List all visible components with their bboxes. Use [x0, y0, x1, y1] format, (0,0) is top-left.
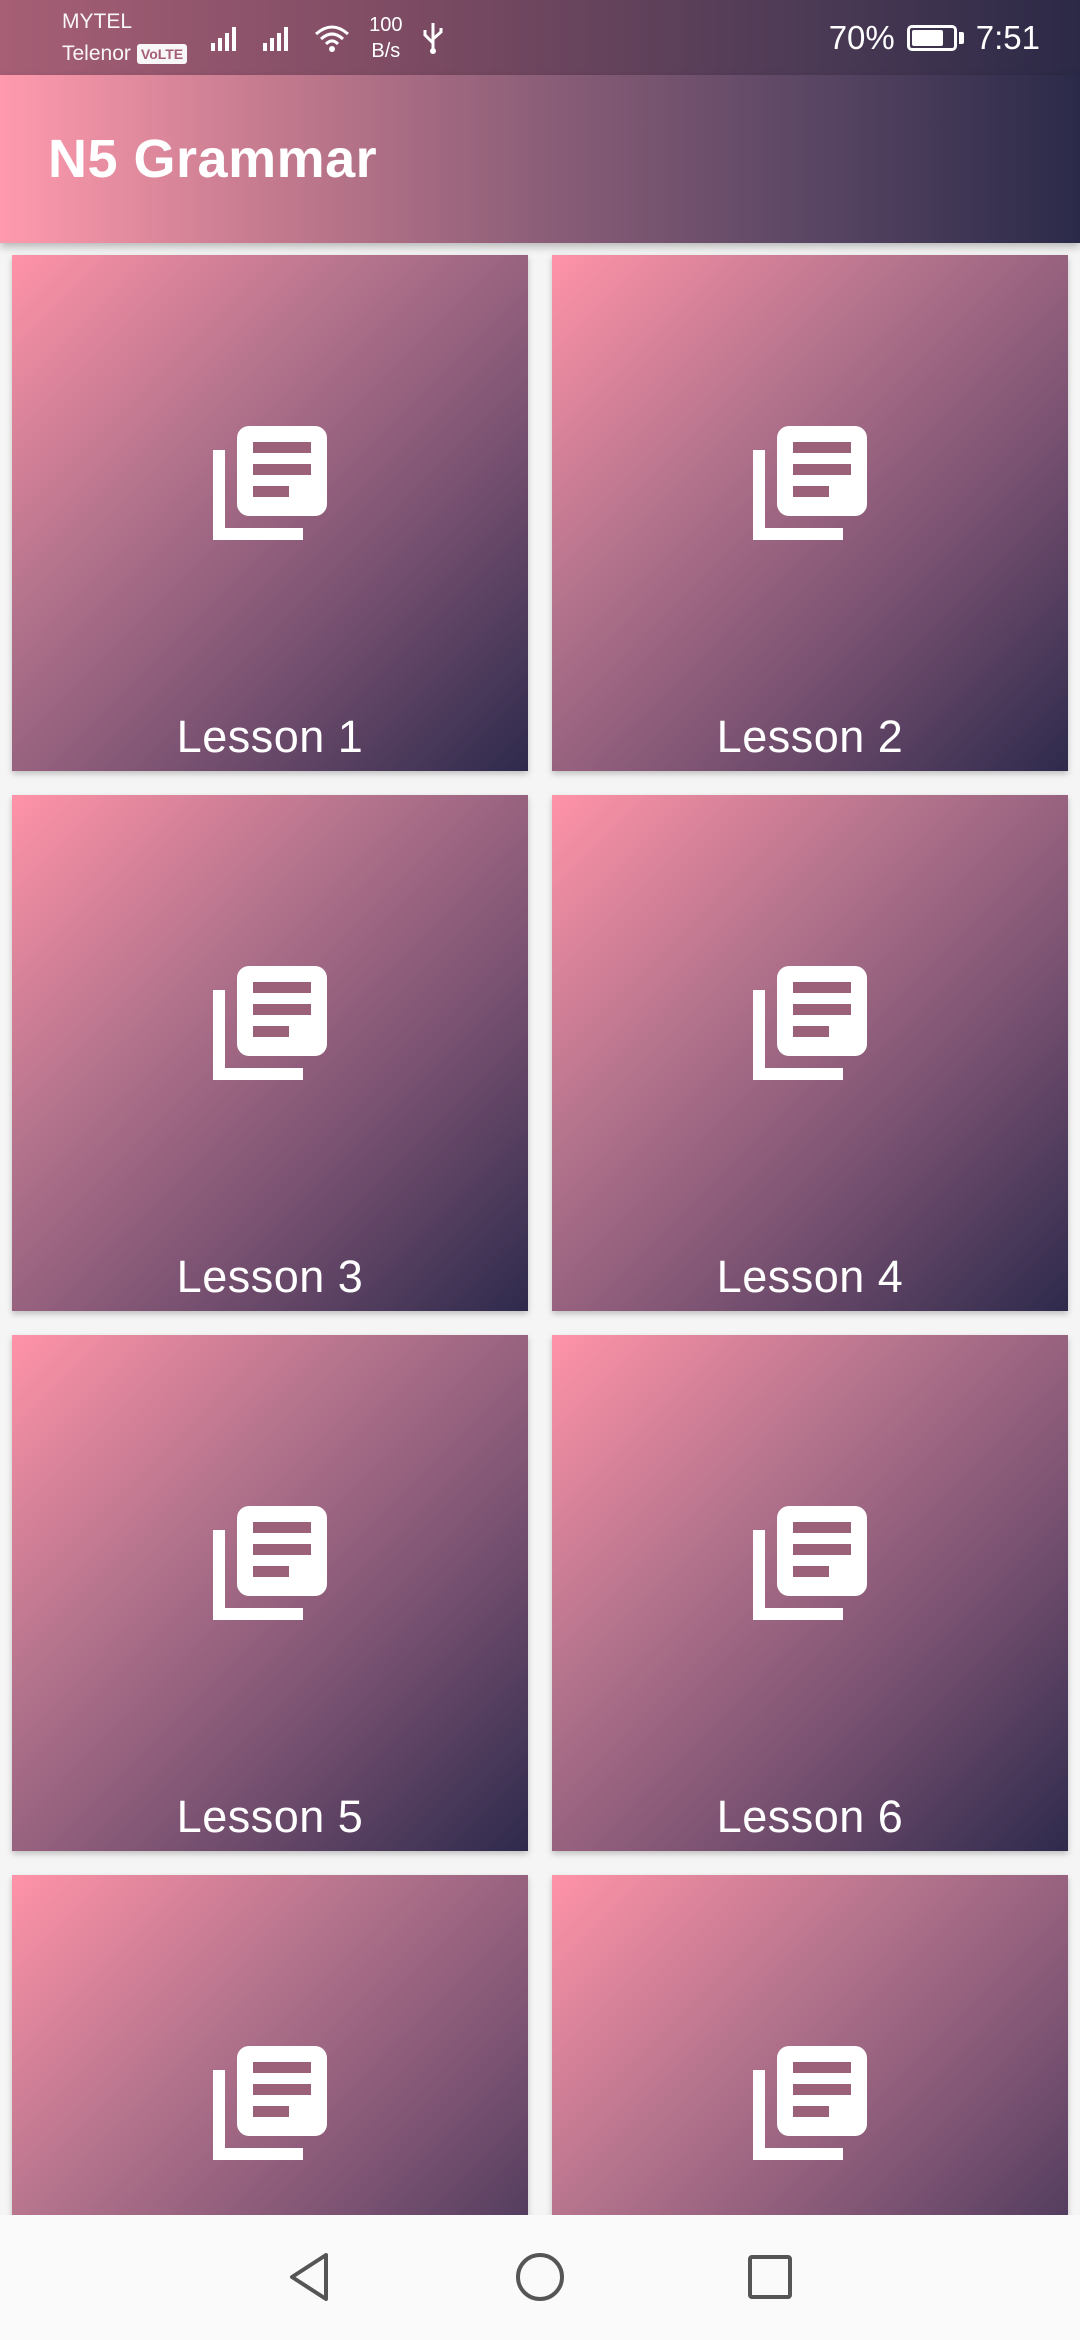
battery-icon	[906, 24, 964, 51]
library-books-icon	[213, 966, 327, 1080]
network-speed: 100 B/s	[369, 13, 403, 62]
app-bar: N5 Grammar	[0, 75, 1080, 243]
lesson-card-5[interactable]: Lesson 5	[12, 1335, 528, 1851]
lesson-card-3[interactable]: Lesson 3	[12, 795, 528, 1311]
library-books-icon	[753, 966, 867, 1080]
library-books-icon	[753, 2046, 867, 2160]
signal-icon-2	[263, 26, 289, 51]
lesson-label: Lesson 3	[176, 1251, 364, 1302]
lesson-grid: Lesson 1 Lesson 2 Lesson 3 Lesson 4 Less…	[0, 243, 1080, 2215]
recents-square-icon[interactable]	[742, 2249, 798, 2305]
lesson-card-2[interactable]: Lesson 2	[552, 255, 1068, 771]
lesson-label: Lesson 1	[176, 711, 364, 762]
library-books-icon	[213, 426, 327, 540]
lesson-card-8[interactable]	[552, 1875, 1068, 2215]
lesson-card-7[interactable]	[12, 1875, 528, 2215]
lesson-label: Lesson 2	[716, 711, 904, 762]
clock: 7:51	[975, 18, 1040, 56]
library-books-icon	[753, 1506, 867, 1620]
page-title: N5 Grammar	[48, 129, 378, 189]
carrier-1: MYTEL	[62, 9, 133, 33]
library-books-icon	[213, 1506, 327, 1620]
usb-icon	[423, 22, 443, 54]
library-books-icon	[213, 2046, 327, 2160]
lesson-label: Lesson 5	[176, 1791, 364, 1842]
carrier-info: MYTEL Telenor VoLTE	[62, 6, 188, 70]
system-nav-bar	[0, 2215, 1080, 2340]
volte-badge: VoLTE	[136, 43, 188, 64]
back-triangle-icon[interactable]	[282, 2249, 338, 2305]
lesson-card-6[interactable]: Lesson 6	[552, 1335, 1068, 1851]
lesson-label: Lesson 6	[716, 1791, 904, 1842]
wifi-icon	[315, 25, 350, 52]
signal-icon	[211, 26, 237, 51]
lesson-card-4[interactable]: Lesson 4	[552, 795, 1068, 1311]
status-bar: MYTEL Telenor VoLTE 100 B/s 70% 7:51	[0, 0, 1080, 75]
battery-percent: 70%	[828, 18, 895, 56]
lesson-label: Lesson 4	[716, 1251, 904, 1302]
lesson-card-1[interactable]: Lesson 1	[12, 255, 528, 771]
library-books-icon	[753, 426, 867, 540]
carrier-2: Telenor VoLTE	[62, 38, 188, 70]
home-circle-icon[interactable]	[512, 2249, 568, 2305]
